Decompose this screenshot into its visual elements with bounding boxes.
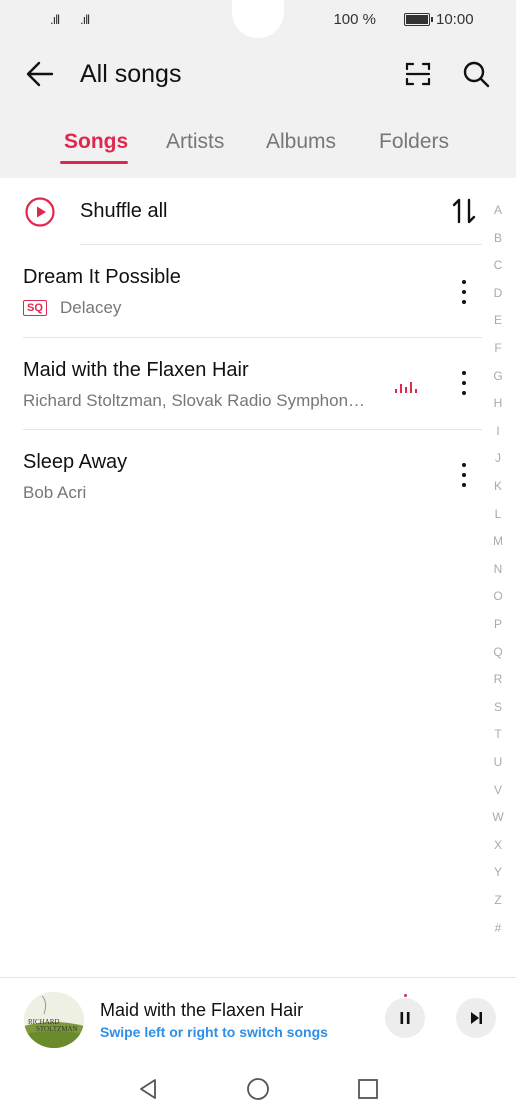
alphabet-index[interactable]: A B C D E F G H I J K L M N O P Q R S T U V W X Y Z # — [488, 203, 506, 943]
player-song-title: Maid with the Flaxen Hair — [100, 1000, 304, 1020]
song-artist: Delacey — [60, 298, 122, 317]
battery-percent: 100 % — [333, 11, 376, 28]
alphabet-index-letter[interactable]: I — [490, 424, 506, 438]
search-icon[interactable] — [460, 58, 492, 90]
alphabet-index-letter[interactable]: E — [490, 313, 506, 327]
divider — [80, 244, 482, 245]
alphabet-index-letter[interactable]: T — [490, 727, 506, 741]
sort-icon[interactable] — [450, 195, 478, 227]
alphabet-index-letter[interactable]: B — [490, 231, 506, 245]
player-hint: Swipe left or right to switch songs — [100, 1024, 328, 1040]
scan-icon[interactable] — [402, 58, 434, 90]
nav-back-icon[interactable] — [136, 1077, 160, 1101]
song-title: Sleep Away — [23, 451, 128, 473]
equalizer-playing-icon — [394, 376, 418, 394]
tab-albums[interactable]: Albums — [266, 130, 336, 154]
alphabet-index-letter[interactable]: A — [490, 203, 506, 217]
more-options-icon[interactable] — [454, 460, 474, 490]
sq-badge: SQ — [23, 300, 47, 316]
song-row-3[interactable] — [0, 437, 480, 517]
pause-button[interactable] — [385, 994, 425, 1038]
alphabet-index-letter[interactable]: D — [490, 286, 506, 300]
app-header — [0, 38, 516, 178]
tab-folders[interactable]: Folders — [379, 130, 449, 154]
clock: 10:00 — [436, 11, 474, 28]
signal-icon-2: .ıll — [80, 12, 90, 27]
song-artist: Bob Acri — [23, 483, 87, 502]
page-title: All songs — [80, 60, 182, 88]
divider — [23, 429, 482, 430]
more-options-icon[interactable] — [454, 368, 474, 398]
alphabet-index-letter[interactable]: Y — [490, 865, 506, 879]
active-tab-indicator — [60, 161, 128, 164]
alphabet-index-letter[interactable]: P — [490, 617, 506, 631]
alphabet-index-letter[interactable]: Z — [490, 893, 506, 907]
pause-icon — [400, 1012, 410, 1024]
divider — [23, 337, 482, 338]
nav-home-icon[interactable] — [246, 1077, 270, 1101]
alphabet-index-letter[interactable]: O — [490, 589, 506, 603]
alphabet-index-letter[interactable]: H — [490, 396, 506, 410]
song-title: Maid with the Flaxen Hair — [23, 359, 249, 381]
tab-songs[interactable]: Songs — [64, 130, 128, 154]
nav-recents-icon[interactable] — [356, 1077, 380, 1101]
alphabet-index-letter[interactable]: F — [490, 341, 506, 355]
song-artist: Richard Stoltzman, Slovak Radio Symphon… — [23, 391, 366, 410]
alphabet-index-letter[interactable]: U — [490, 755, 506, 769]
alphabet-index-letter[interactable]: V — [490, 783, 506, 797]
tab-artists[interactable]: Artists — [166, 130, 224, 154]
more-options-icon[interactable] — [454, 277, 474, 307]
song-row-1[interactable] — [0, 252, 480, 338]
alphabet-index-letter[interactable]: M — [490, 534, 506, 548]
signal-icon: .ıll — [50, 12, 60, 27]
shuffle-all-label: Shuffle all — [80, 200, 168, 222]
progress-dot — [404, 994, 407, 997]
alphabet-index-letter[interactable]: C — [490, 258, 506, 272]
cover-text-2: STOLTZMAN — [36, 1025, 78, 1033]
battery-icon — [404, 13, 433, 26]
skip-next-icon — [471, 1012, 482, 1024]
alphabet-index-letter[interactable]: R — [490, 672, 506, 686]
back-arrow-icon[interactable] — [24, 58, 56, 90]
alphabet-index-letter[interactable]: Q — [490, 645, 506, 659]
alphabet-index-letter[interactable]: G — [490, 369, 506, 383]
song-title: Dream It Possible — [23, 266, 181, 288]
alphabet-index-letter[interactable]: J — [490, 451, 506, 465]
alphabet-index-letter[interactable]: # — [490, 921, 506, 935]
shuffle-all-row[interactable] — [0, 186, 480, 242]
alphabet-index-letter[interactable]: S — [490, 700, 506, 714]
alphabet-index-letter[interactable]: N — [490, 562, 506, 576]
alphabet-index-letter[interactable]: L — [490, 507, 506, 521]
alphabet-index-letter[interactable]: K — [490, 479, 506, 493]
alphabet-index-letter[interactable]: W — [490, 810, 506, 824]
alphabet-index-letter[interactable]: X — [490, 838, 506, 852]
next-button[interactable] — [456, 998, 496, 1038]
play-circle-icon — [24, 196, 56, 228]
album-cover[interactable]: RICHARD STOLTZMAN — [24, 992, 84, 1048]
